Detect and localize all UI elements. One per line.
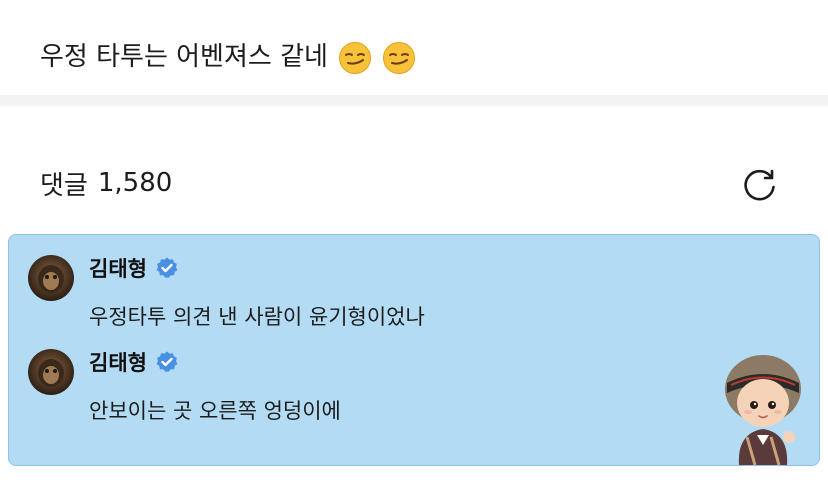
comment-author-row: 김태형: [89, 251, 179, 285]
comments-header: 댓글 1,580: [40, 163, 172, 203]
verified-badge-icon: [155, 256, 179, 280]
smirking-face-emoji-icon: [382, 41, 416, 75]
refresh-icon: [744, 169, 775, 201]
comment-author-row: 김태형: [89, 345, 179, 379]
comment-text: 안보이는 곳 오른쪽 엉덩이에: [89, 399, 341, 423]
comment-author[interactable]: 김태형: [89, 347, 147, 377]
highlighted-comments-box: 김태형 우정타투 의견 낸 사람이 윤기형이었나 김태형 안보이는 곳 오른쪽 …: [8, 234, 820, 466]
comments-label: 댓글: [40, 170, 88, 201]
smirking-face-emoji-icon: [338, 41, 372, 75]
comment-author[interactable]: 김태형: [89, 253, 147, 283]
comment-text: 우정타투 의견 낸 사람이 윤기형이었나: [89, 305, 425, 329]
post-text: 우정 타투는 어벤져스 같네: [40, 37, 416, 77]
character-sticker-icon: [717, 353, 805, 465]
refresh-button[interactable]: [740, 164, 780, 204]
post-text-body: 우정 타투는 어벤져스 같네: [40, 42, 328, 72]
avatar[interactable]: [28, 255, 74, 301]
comments-count: 1,580: [97, 168, 173, 198]
avatar[interactable]: [28, 349, 74, 395]
verified-badge-icon: [155, 350, 179, 374]
section-divider: [0, 95, 828, 106]
